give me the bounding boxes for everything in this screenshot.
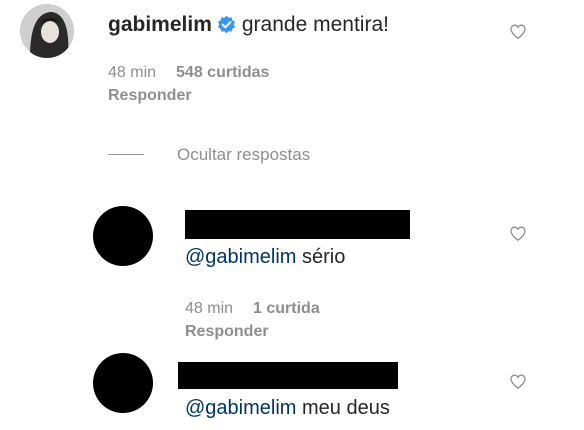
reply-text: sério: [302, 246, 346, 268]
hide-replies-divider: [108, 154, 144, 155]
reply-likes[interactable]: 1 curtida: [253, 300, 320, 317]
avatar-redacted[interactable]: [93, 353, 153, 413]
reply-body: @gabimelim sério: [185, 245, 345, 269]
comment-meta: 48 min 548 curtidas: [108, 63, 269, 83]
hide-replies-button[interactable]: Ocultar respostas: [177, 145, 310, 165]
heart-outline-icon[interactable]: [510, 24, 526, 39]
heart-outline-icon[interactable]: [510, 374, 526, 389]
redacted-username: [185, 210, 410, 239]
verified-badge-icon: [217, 15, 236, 34]
reply-time: 48 min: [185, 300, 234, 317]
redacted-username: [178, 362, 398, 389]
reply-meta: 48 min 1 curtida: [185, 299, 320, 319]
comment-likes[interactable]: 548 curtidas: [176, 64, 269, 81]
reply-mention[interactable]: @gabimelim: [185, 246, 296, 268]
heart-outline-icon[interactable]: [510, 226, 526, 241]
reply-reply-button[interactable]: Responder: [185, 322, 269, 342]
profile-photo: [20, 4, 74, 58]
comment-time: 48 min: [108, 64, 157, 81]
comment-text: grande mentira!: [241, 13, 389, 36]
avatar-redacted[interactable]: [93, 206, 153, 266]
comment-username[interactable]: gabimelim: [108, 13, 212, 36]
comment-reply-button[interactable]: Responder: [108, 86, 192, 106]
comment-body: gabimelim grande mentira!: [108, 12, 389, 38]
avatar-gabimelim[interactable]: [20, 4, 74, 58]
reply-body: @gabimelim meu deus: [185, 396, 390, 420]
reply-mention[interactable]: @gabimelim: [185, 397, 296, 419]
reply-text: meu deus: [302, 397, 390, 419]
